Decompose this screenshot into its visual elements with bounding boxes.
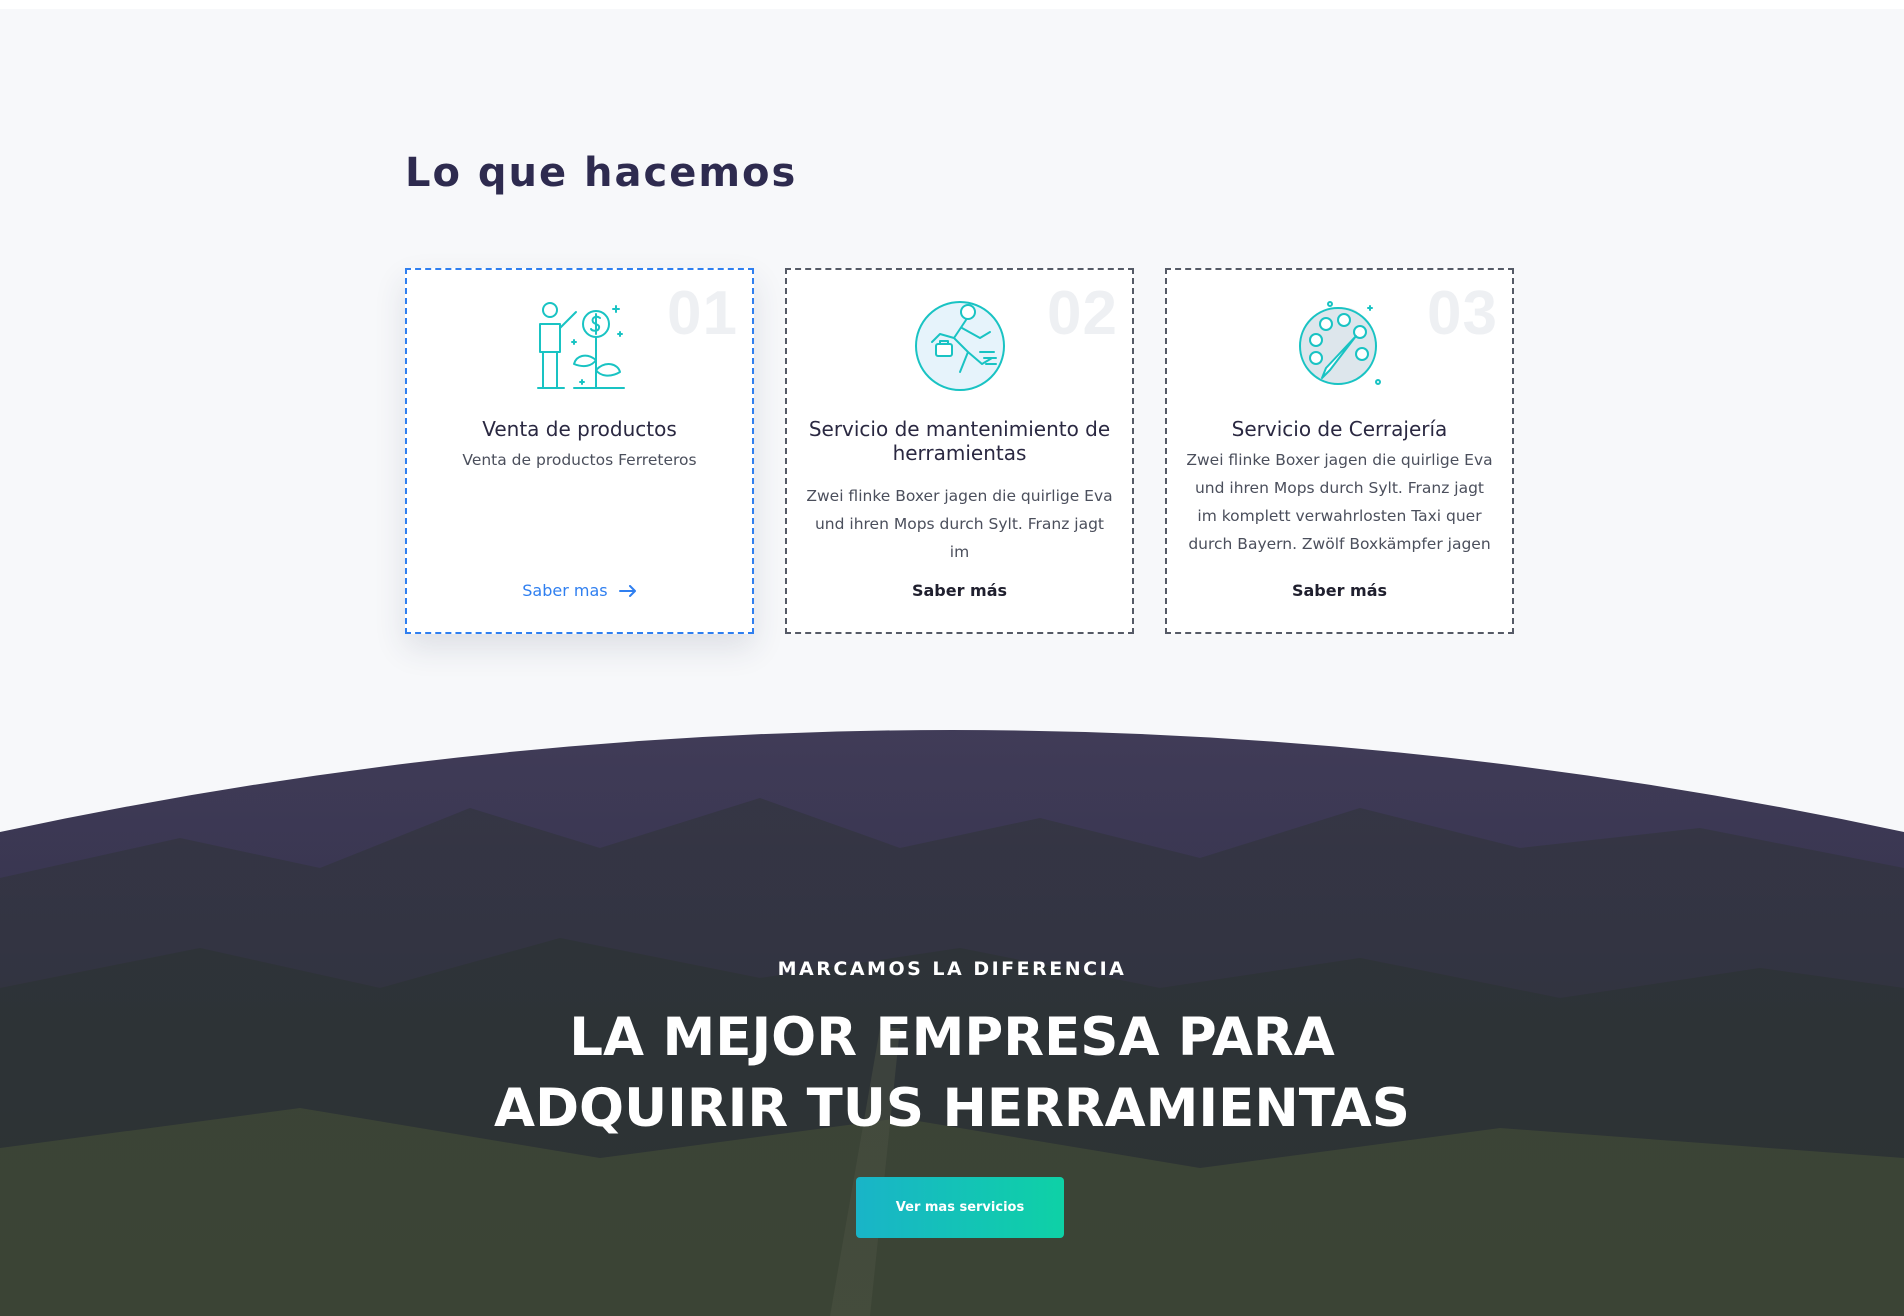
- card-description: Zwei flinke Boxer jagen die quirlige Eva…: [806, 487, 1113, 561]
- card-description: Zwei flinke Boxer jagen die quirlige Eva…: [1186, 451, 1493, 553]
- hero-headline: LA MEJOR EMPRESA PARA ADQUIRIR TUS HERRA…: [0, 1002, 1904, 1144]
- service-card-locksmith[interactable]: 03 Servicio de Cerrajería Zwei flinke Bo…: [1165, 268, 1514, 634]
- paint-palette-icon: [1290, 298, 1390, 394]
- card-title: Servicio de Cerrajería: [1231, 417, 1448, 441]
- learn-more-link[interactable]: Saber mas: [407, 581, 752, 601]
- card-number: 01: [667, 279, 738, 348]
- section-title: Lo que hacemos: [405, 150, 798, 196]
- more-services-button[interactable]: Ver mas servicios: [856, 1177, 1064, 1238]
- hero-headline-line-1: LA MEJOR EMPRESA PARA: [569, 1007, 1335, 1068]
- hero-eyebrow: MARCAMOS LA DIFERENCIA: [777, 958, 1127, 980]
- learn-more-link[interactable]: Saber más: [1167, 581, 1512, 600]
- service-card-sales[interactable]: 01 Venta de productos Venta de productos…: [405, 268, 754, 634]
- learn-more-label: Saber mas: [522, 581, 608, 600]
- service-card-maintenance[interactable]: 02 Servicio de mantenimiento de herramie…: [785, 268, 1134, 634]
- growth-person-icon: [530, 298, 630, 394]
- card-title: Venta de productos: [482, 417, 677, 441]
- arrow-right-icon: [618, 582, 637, 601]
- card-title: Servicio de mantenimiento de herramienta…: [808, 417, 1111, 465]
- hero-headline-line-2: ADQUIRIR TUS HERRAMIENTAS: [494, 1078, 1410, 1139]
- top-header-strip: [0, 0, 1904, 9]
- card-description: Venta de productos Ferreteros: [462, 451, 697, 469]
- running-businessman-icon: [910, 298, 1010, 394]
- learn-more-link[interactable]: Saber más: [787, 581, 1132, 600]
- card-number: 02: [1047, 279, 1118, 348]
- card-number: 03: [1427, 279, 1498, 348]
